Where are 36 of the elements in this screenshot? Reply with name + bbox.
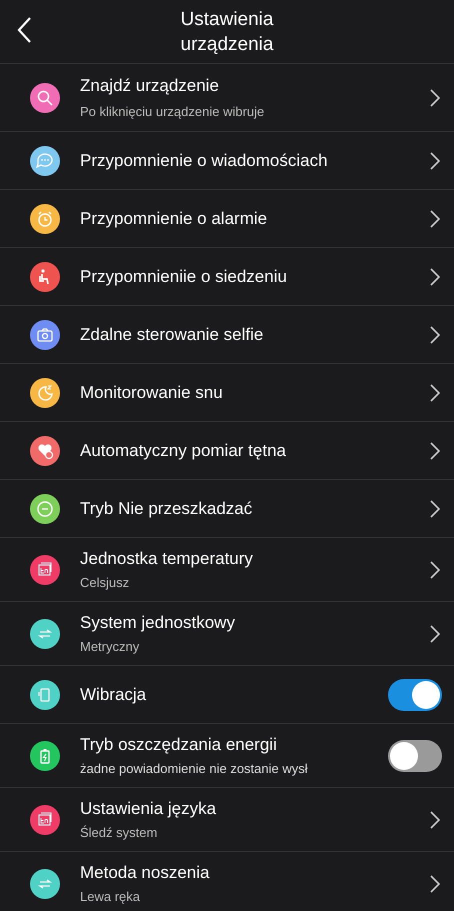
setting-subtitle: Po kliknięciu urządzenie wibruje [80,104,266,119]
chevron-right-icon[interactable] [430,874,440,892]
toggle-switch[interactable] [388,678,442,710]
toggle-switch[interactable] [388,740,442,772]
chevron-right-icon[interactable] [430,210,440,228]
chevron-right-icon[interactable] [430,500,440,518]
setting-title: Jednostka temperatury [80,549,254,569]
setting-subtitle: Lewa ręka [80,889,141,904]
setting-subtitle: żadne powiadomienie nie zostanie wysł [80,761,309,776]
setting-subtitle: Celsjusz [80,575,130,590]
setting-title: Tryb oszczędzania energii [80,735,278,755]
setting-title: Przypomnieniie o siedzeniu [80,266,288,286]
page-title: Ustawienia urządzenia [180,8,274,56]
setting-title: Automatyczny pomiar tętna [80,440,287,460]
chevron-right-icon[interactable] [430,384,440,402]
setting-subtitle: Śledź system [80,825,158,840]
chevron-right-icon[interactable] [430,560,440,578]
setting-title: Ustawienia języka [80,799,218,819]
chevron-right-icon[interactable] [430,326,440,344]
chevron-right-icon[interactable] [430,810,440,828]
setting-subtitle: Metryczny [80,639,140,654]
setting-title: Zdalne sterowanie selfie [80,324,264,344]
setting-title: Przypomnienie o wiadomościach [80,150,329,170]
setting-title: Metoda noszenia [80,863,210,883]
chevron-right-icon[interactable] [430,624,440,642]
chevron-right-icon[interactable] [430,152,440,170]
chevron-right-icon[interactable] [430,442,440,460]
back-icon [16,16,32,44]
setting-title: System jednostkowy [80,613,236,633]
setting-title: Monitorowanie snu [80,382,224,402]
setting-title: Znajdź urządzenie [80,76,220,96]
chevron-right-icon[interactable] [430,88,440,106]
setting-title: Tryb Nie przeszkadzać [80,498,254,518]
setting-title: Wibracja [80,684,148,704]
setting-title: Przypomnienie o alarmie [80,208,268,228]
chevron-right-icon[interactable] [430,268,440,286]
